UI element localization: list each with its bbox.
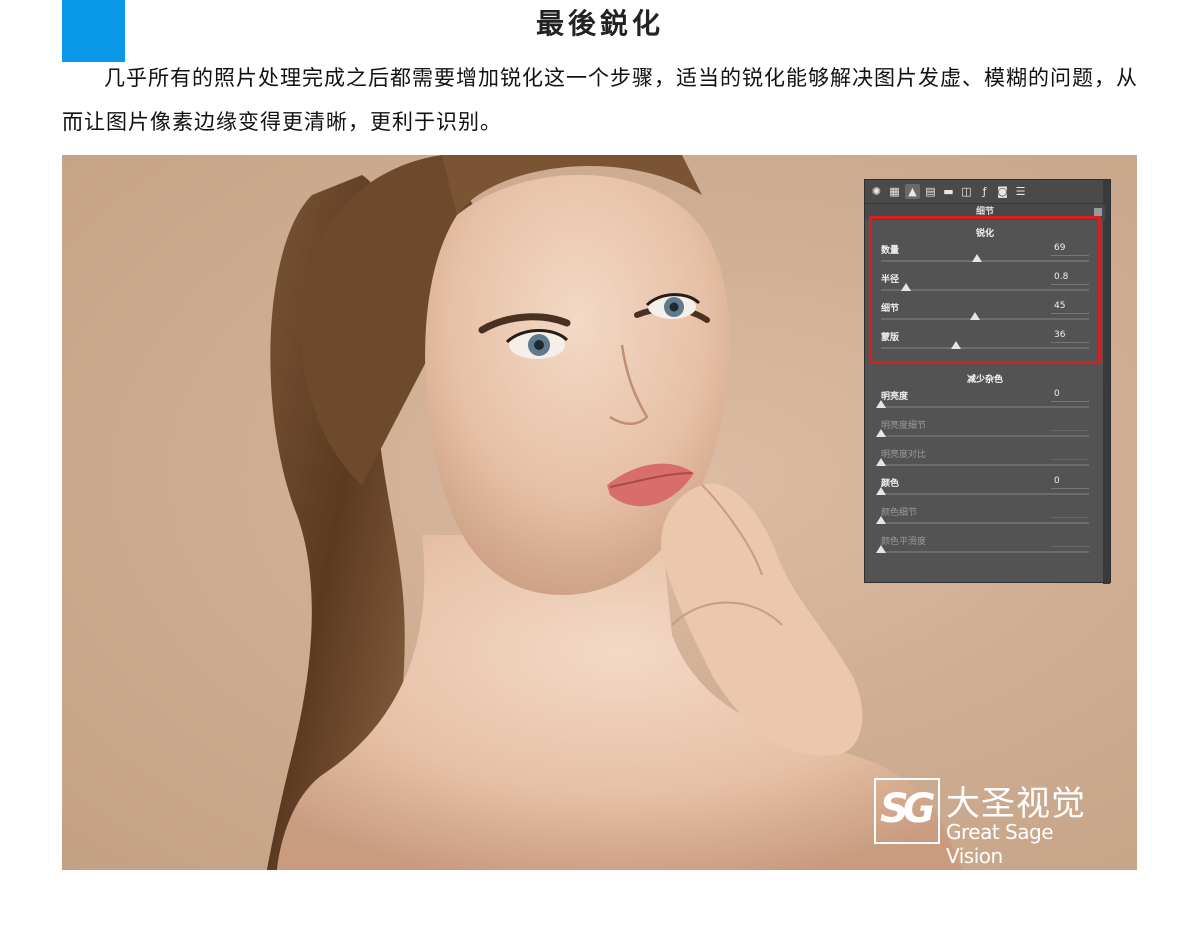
panel-toolbar: ✺ ▦ ▲ ▤ ▬ ◫ ƒ ◙ ☰ — [865, 180, 1105, 204]
sliders-icon[interactable]: ☰ — [1013, 184, 1028, 199]
sharpen-slider-label: 细节 — [881, 304, 900, 314]
portrait-photo: ✺ ▦ ▲ ▤ ▬ ◫ ƒ ◙ ☰ 细节 锐化 数量 69 半径 0.8 细节 45 蒙版 3… — [62, 155, 1137, 870]
sharpen-slider-row: 细节 45 — [881, 301, 1089, 329]
noise-slider-label: 明亮度对比 — [881, 450, 927, 460]
noise-slider-track[interactable] — [881, 493, 1089, 495]
sharpen-slider-thumb[interactable] — [971, 254, 982, 262]
noise-slider-value — [1051, 505, 1089, 518]
watermark-logo-text: SG — [880, 786, 936, 832]
fx-icon[interactable]: ƒ — [977, 184, 992, 199]
sharpen-slider-value[interactable]: 36 — [1051, 330, 1089, 343]
sharpen-slider-row: 数量 69 — [881, 243, 1089, 271]
sharpen-slider-value[interactable]: 69 — [1051, 243, 1089, 256]
sharpen-slider-track[interactable] — [881, 318, 1089, 320]
watermark-logo: SG — [874, 778, 940, 844]
sharpen-slider-thumb[interactable] — [969, 312, 980, 320]
mountains-icon[interactable]: ▲ — [905, 184, 920, 199]
noise-slider-row: 颜色平滑度 — [876, 534, 1089, 562]
noise-slider-label: 明亮度细节 — [881, 421, 927, 431]
grid-icon[interactable]: ▦ — [887, 184, 902, 199]
noise-slider-track — [881, 551, 1089, 553]
noise-slider-value[interactable]: 0 — [1051, 389, 1089, 402]
sharpen-slider-label: 蒙版 — [881, 333, 900, 343]
sharpen-slider-track[interactable] — [881, 260, 1089, 262]
page-title: 最後鋭化 — [535, 7, 664, 40]
camera-icon[interactable]: ◙ — [995, 184, 1010, 199]
watermark-en: Great Sage Vision — [946, 820, 1054, 868]
sharpen-slider-row: 半径 0.8 — [881, 272, 1089, 300]
noise-slider-track — [881, 464, 1089, 466]
sharpen-slider-thumb[interactable] — [950, 341, 961, 349]
split-tone-icon[interactable]: ▤ — [923, 184, 938, 199]
sharpen-section-title: 锐化 — [975, 229, 994, 239]
intro-paragraph: 几乎所有的照片处理完成之后都需要增加锐化这一个步骤，适当的锐化能够解决图片发虚、… — [62, 66, 1138, 134]
noise-slider-row: 明亮度 0 — [876, 389, 1089, 417]
noise-slider-row: 明亮度对比 — [876, 447, 1089, 475]
noise-slider-thumb — [876, 458, 886, 466]
sharpen-slider-value[interactable]: 0.8 — [1051, 272, 1089, 285]
sharpen-slider-thumb[interactable] — [900, 283, 911, 291]
watermark: SG 大圣视觉 Great Sage Vision — [874, 778, 1114, 868]
lens-icon[interactable]: ◫ — [959, 184, 974, 199]
sharpen-slider-label: 半径 — [881, 275, 900, 285]
sharpen-slider-label: 数量 — [881, 246, 900, 256]
detail-panel: ✺ ▦ ▲ ▤ ▬ ◫ ƒ ◙ ☰ 细节 锐化 数量 69 半径 0.8 细节 45 蒙版 3… — [864, 179, 1111, 584]
noise-slider-value[interactable]: 0 — [1051, 476, 1089, 489]
noise-slider-thumb — [876, 516, 886, 524]
noise-slider-thumb[interactable] — [876, 400, 886, 408]
noise-slider-thumb — [876, 429, 886, 437]
noise-slider-value — [1051, 418, 1089, 431]
sharpen-slider-track[interactable] — [881, 347, 1089, 349]
noise-slider-value — [1051, 534, 1089, 547]
panel-menu-icon[interactable] — [1094, 208, 1102, 216]
hsl-icon[interactable]: ▬ — [941, 184, 956, 199]
noise-slider-track[interactable] — [881, 406, 1089, 408]
noise-slider-label: 颜色细节 — [881, 508, 918, 518]
aperture-icon[interactable]: ✺ — [869, 184, 884, 199]
watermark-cn: 大圣视觉 — [946, 784, 1086, 824]
noise-slider-thumb[interactable] — [876, 487, 886, 495]
noise-section-title: 减少杂色 — [966, 375, 1003, 385]
sharpen-slider-track[interactable] — [881, 289, 1089, 291]
sharpen-slider-value[interactable]: 45 — [1051, 301, 1089, 314]
noise-slider-value — [1051, 447, 1089, 460]
noise-slider-label: 颜色平滑度 — [881, 537, 927, 547]
noise-slider-row: 颜色细节 — [876, 505, 1089, 533]
noise-slider-thumb — [876, 545, 886, 553]
noise-slider-track — [881, 522, 1089, 524]
noise-slider-row: 颜色 0 — [876, 476, 1089, 504]
sharpen-slider-row: 蒙版 36 — [881, 330, 1089, 358]
noise-slider-track — [881, 435, 1089, 437]
noise-slider-row: 明亮度细节 — [876, 418, 1089, 446]
